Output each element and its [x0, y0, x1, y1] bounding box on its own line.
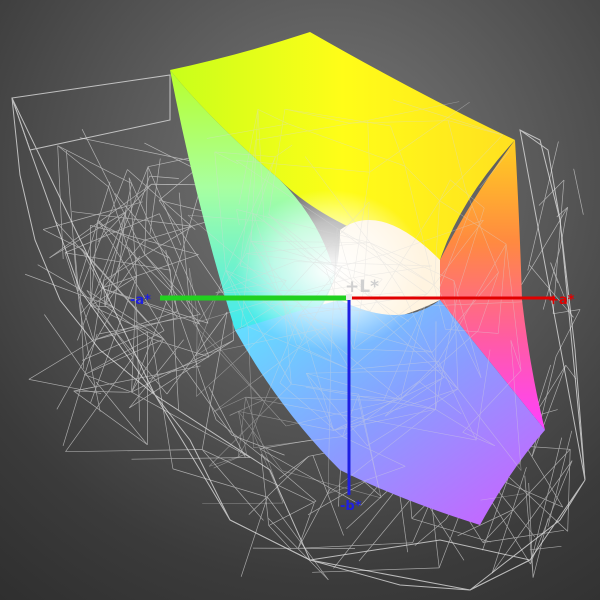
mesh-edge: [229, 411, 239, 416]
mesh-edge: [43, 201, 143, 230]
mesh-edge: [252, 431, 284, 504]
mesh-edge: [169, 270, 180, 410]
l-plus-axis-label: +L*: [345, 277, 379, 297]
mesh-edge: [573, 168, 584, 215]
mesh-edge: [103, 166, 149, 281]
mesh-edge: [208, 383, 292, 467]
mesh-edge: [73, 241, 79, 292]
mesh-edge: [208, 386, 246, 458]
mesh-edge: [238, 411, 283, 471]
mesh-edge: [201, 311, 228, 450]
mesh-edge: [149, 175, 179, 179]
mesh-edge: [169, 258, 210, 357]
mesh-edge: [49, 183, 152, 259]
mesh-edge: [268, 500, 317, 526]
mesh-edge: [73, 390, 130, 393]
mesh-edge: [567, 449, 571, 532]
mesh-edge: [84, 374, 132, 393]
mesh-edge: [37, 264, 82, 291]
gamut-3d-view[interactable]: +L* -a* +a* -b*: [0, 0, 600, 600]
mesh-edge: [172, 468, 268, 498]
mesh-edge: [151, 183, 202, 186]
mesh-edge: [312, 567, 440, 573]
a-plus-axis-label: +a*: [548, 293, 575, 308]
mesh-edge: [170, 184, 202, 291]
mesh-edge: [103, 225, 193, 282]
mesh-edge: [555, 309, 581, 357]
mesh-edge: [66, 150, 78, 284]
mesh-edge: [151, 338, 174, 469]
mesh-edge: [113, 211, 127, 308]
mesh-edge: [482, 529, 565, 543]
mesh-edge: [278, 456, 309, 480]
b-minus-axis-label: -b*: [340, 499, 362, 514]
mesh-edge: [159, 213, 209, 324]
mesh-edge: [553, 309, 581, 315]
mesh-edge: [202, 502, 284, 505]
mesh-edge: [260, 454, 270, 526]
mesh-edge: [165, 250, 178, 312]
mesh-edge: [237, 397, 247, 457]
mesh-edge: [170, 290, 217, 420]
mesh-edge: [90, 305, 164, 340]
mesh-edge: [259, 438, 320, 450]
mesh-edge: [65, 449, 203, 453]
gamut-diagram: +L* -a* +a* -b*: [11, 32, 586, 591]
mesh-edge: [131, 391, 251, 458]
a-minus-axis-label: -a*: [130, 293, 151, 308]
mesh-edge: [268, 525, 292, 550]
mesh-edge: [268, 518, 329, 581]
mesh-edge: [298, 542, 413, 549]
mesh-edge: [64, 252, 94, 341]
mesh-edge: [527, 141, 559, 271]
mesh-edge: [97, 184, 152, 242]
mesh-edge: [103, 280, 106, 306]
